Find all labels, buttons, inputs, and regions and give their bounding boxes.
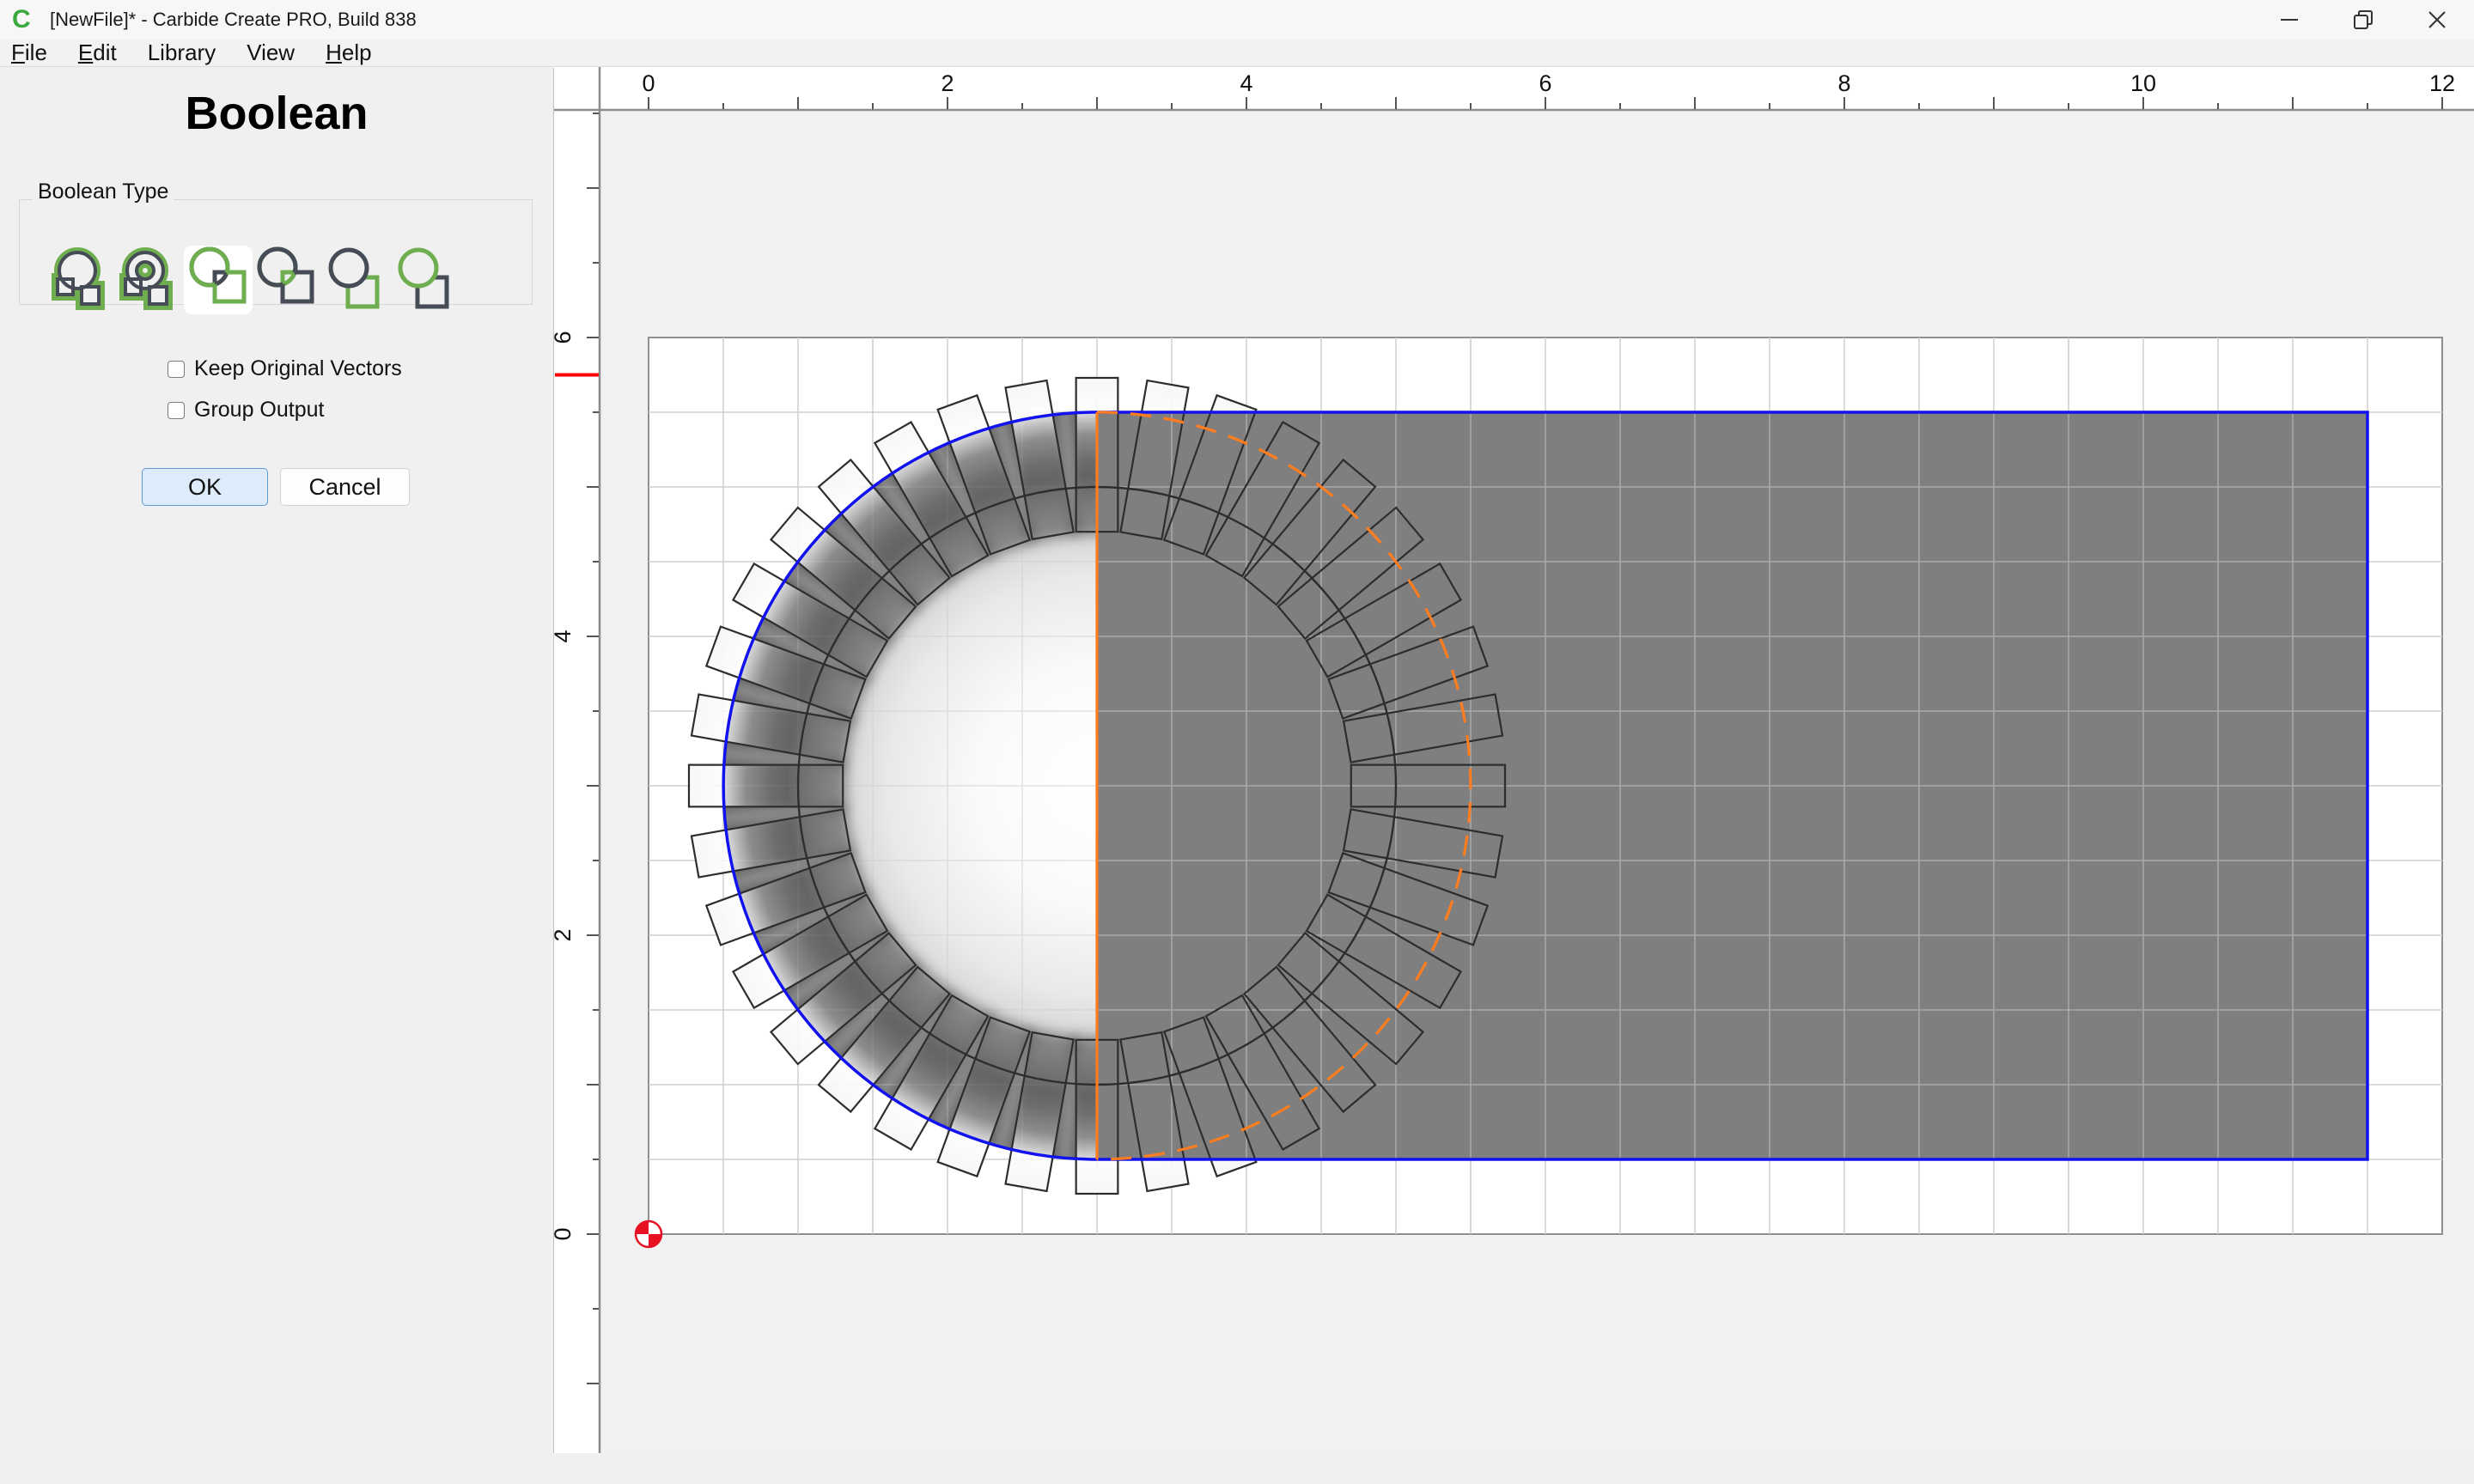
minimize-icon [2281, 19, 2298, 21]
ruler-x-label: 8 [1837, 70, 1850, 96]
close-button[interactable] [2400, 0, 2474, 40]
group-output-label: Group Output [194, 398, 325, 422]
ruler-y-label: 0 [554, 1227, 576, 1240]
boolean-type-intersect-green-icon[interactable] [184, 246, 253, 314]
menu-file[interactable]: File [11, 40, 47, 66]
boolean-type-b-minus-a-icon[interactable] [392, 246, 460, 314]
ruler-y-label: 2 [554, 928, 576, 941]
boolean-type-label: Boolean Type [33, 179, 174, 204]
boolean-type-union-icon[interactable] [46, 246, 114, 314]
boolean-type-a-minus-b-icon[interactable] [322, 246, 391, 314]
group-output-checkbox[interactable] [168, 401, 185, 419]
ruler-x-label: 2 [941, 70, 954, 96]
ruler-x-label: 6 [1539, 70, 1551, 96]
group-output-row: Group Output [168, 398, 324, 423]
ok-button[interactable]: OK [142, 468, 268, 506]
origin-marker [634, 1219, 663, 1249]
ruler-x-label: 4 [1240, 70, 1252, 96]
menu-help[interactable]: Help [326, 40, 371, 66]
menu-view[interactable]: View [247, 40, 295, 66]
close-icon [2428, 11, 2446, 28]
menu-edit[interactable]: Edit [78, 40, 117, 66]
restore-icon [2354, 10, 2373, 29]
design-vectors[interactable] [649, 338, 2442, 1234]
rulers: 0 2 4 6 8 10 12 0 2 4 6 [550, 67, 2474, 1453]
dialog-title: Boolean [185, 88, 369, 139]
ruler-y-label: 4 [554, 629, 576, 642]
window-title: [NewFile]* - Carbide Create PRO, Build 8… [50, 9, 417, 30]
ruler-x-label: 12 [2429, 70, 2455, 96]
title-bar: C [NewFile]* - Carbide Create PRO, Build… [0, 0, 2474, 40]
keep-original-vectors-label: Keep Original Vectors [194, 356, 402, 380]
design-workspace[interactable]: 0 2 4 6 8 10 12 0 2 4 6 [550, 67, 2474, 1453]
boolean-type-intersect-dark-icon[interactable] [252, 246, 320, 314]
menu-library[interactable]: Library [148, 40, 216, 66]
ruler-x-label: 0 [642, 70, 655, 96]
design-canvas[interactable]: 0 2 4 6 8 10 12 0 2 4 6 [550, 67, 2474, 1453]
keep-original-vectors-row: Keep Original Vectors [168, 356, 402, 381]
minimize-button[interactable] [2252, 0, 2326, 40]
keep-original-vectors-checkbox[interactable] [168, 360, 185, 378]
menu-bar: File Edit Library View Help [0, 40, 2474, 67]
app-logo-icon: C [12, 5, 31, 33]
cancel-button[interactable]: Cancel [280, 468, 410, 506]
ruler-y-label: 6 [554, 331, 576, 344]
boolean-dialog-panel: Boolean Boolean Type Keep Original Vecto… [0, 68, 554, 1453]
maximize-restore-button[interactable] [2326, 0, 2400, 40]
ruler-x-label: 10 [2130, 70, 2156, 96]
boolean-type-union-keep-holes-icon[interactable] [113, 246, 182, 314]
